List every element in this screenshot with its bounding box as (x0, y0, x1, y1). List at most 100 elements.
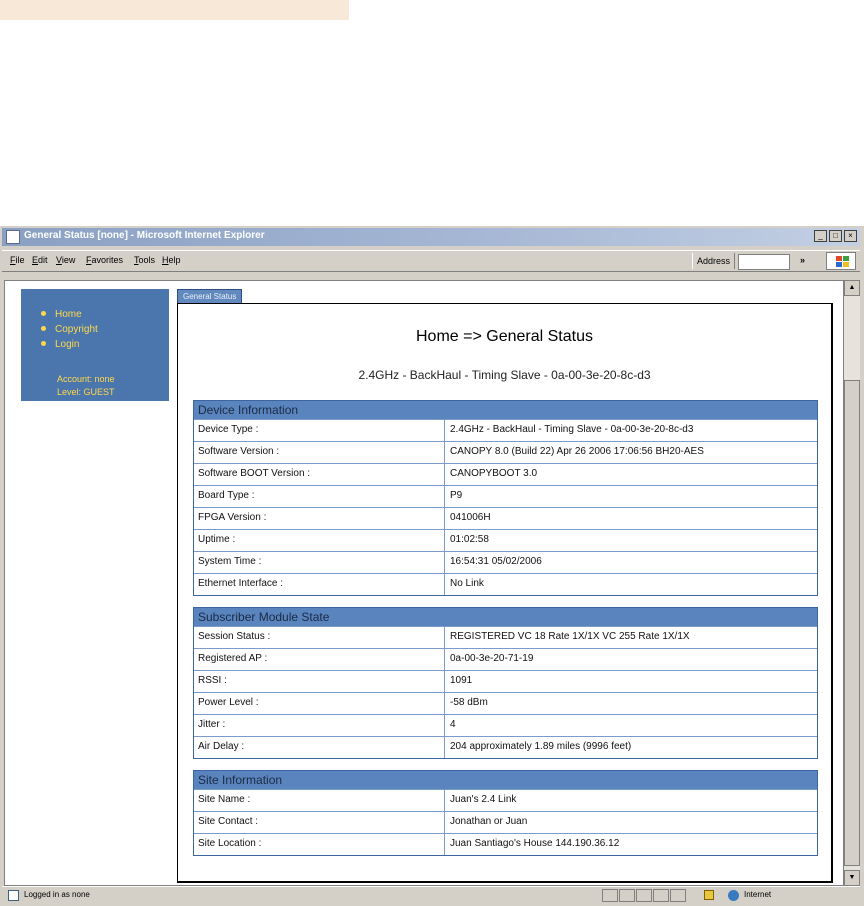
maximize-button[interactable]: □ (829, 230, 842, 242)
minimize-button[interactable]: _ (814, 230, 827, 242)
row-label: Power Level : (194, 693, 445, 714)
nav-item-copyright[interactable]: Copyright (41, 322, 98, 337)
row-value: Juan Santiago's House 144.190.36.12 (450, 838, 620, 849)
status-pane (636, 889, 652, 902)
chevron-more-icon[interactable]: » (800, 255, 805, 265)
row-label: Registered AP : (194, 649, 445, 670)
row-value: -58 dBm (450, 697, 488, 708)
table-row: Registered AP : 0a-00-3e-20-71-19 (194, 648, 817, 670)
row-label: Site Name : (194, 790, 445, 811)
row-label: Device Type : (194, 420, 445, 441)
menu-view[interactable]: View (56, 255, 75, 265)
nav-item-home[interactable]: Home (41, 307, 98, 322)
page-title: Home => General Status (416, 328, 593, 345)
table-row: Ethernet Interface : No Link (194, 573, 817, 595)
table-row: FPGA Version : 041006H (194, 507, 817, 529)
row-label: Software Version : (194, 442, 445, 463)
nav-panel: Home Copyright Login Account: none Level… (21, 289, 169, 401)
address-input[interactable] (738, 254, 790, 270)
status-pane (602, 889, 618, 902)
scroll-up-icon[interactable]: ▲ (844, 280, 860, 296)
row-label: Site Location : (194, 834, 445, 855)
bullet-icon (41, 326, 46, 331)
tab-general-status[interactable]: General Status (177, 289, 243, 303)
menu-help[interactable]: Help (162, 255, 181, 265)
row-label: Ethernet Interface : (194, 574, 445, 595)
row-label: Site Contact : (194, 812, 445, 833)
nav-list: Home Copyright Login (41, 307, 98, 352)
windows-logo-icon (826, 252, 856, 270)
row-value: 4 (450, 719, 456, 730)
page-done-icon (8, 890, 19, 901)
bullet-icon (41, 341, 46, 346)
row-value: 01:02:58 (450, 534, 489, 545)
nav-item-login[interactable]: Login (41, 337, 98, 352)
ie-page-icon (6, 230, 20, 244)
row-value: 0a-00-3e-20-71-19 (450, 653, 534, 664)
menu-file[interactable]: File (10, 255, 25, 265)
table-row: Site Location : Juan Santiago's House 144… (194, 833, 817, 855)
menu-edit[interactable]: Edit (32, 255, 48, 265)
account-info: Account: none Level: GUEST (57, 373, 115, 399)
row-value: 2.4GHz - BackHaul - Timing Slave - 0a-00… (450, 424, 694, 435)
row-label: Jitter : (194, 715, 445, 736)
row-label: Uptime : (194, 530, 445, 551)
row-value: No Link (450, 578, 484, 589)
table-row: Site Contact : Jonathan or Juan (194, 811, 817, 833)
table-row: Power Level : -58 dBm (194, 692, 817, 714)
row-value: Juan's 2.4 Link (450, 794, 517, 805)
table-row: Software Version : CANOPY 8.0 (Build 22) … (194, 441, 817, 463)
table-row: Site Name : Juan's 2.4 Link (194, 789, 817, 811)
window-controls: _ □ × (814, 230, 857, 242)
lock-icon (704, 890, 714, 900)
section-header: Subscriber Module State (194, 608, 817, 626)
row-value: CANOPY 8.0 (Build 22) Apr 26 2006 17:06:… (450, 446, 704, 457)
table-row: Software BOOT Version : CANOPYBOOT 3.0 (194, 463, 817, 485)
scroll-thumb[interactable] (844, 380, 860, 866)
status-panes (602, 889, 686, 902)
account-line: Account: none (57, 374, 115, 384)
table-row: Jitter : 4 (194, 714, 817, 736)
close-button[interactable]: × (844, 230, 857, 242)
row-label: Session Status : (194, 627, 445, 648)
section-site-information: Site Information Site Name : Juan's 2.4 L… (193, 770, 818, 856)
section-header: Device Information (194, 401, 817, 419)
status-bar: Logged in as none Internet (2, 886, 860, 904)
vertical-scrollbar[interactable]: ▲ ▼ (844, 280, 860, 886)
status-pane (619, 889, 635, 902)
row-value: Jonathan or Juan (450, 816, 528, 827)
zone-label: Internet (744, 890, 772, 899)
section-header: Site Information (194, 771, 817, 789)
status-pane (653, 889, 669, 902)
row-value: 041006H (450, 512, 491, 523)
row-value: 204 approximately 1.89 miles (9996 feet) (450, 741, 632, 752)
section-subscriber-module-state: Subscriber Module State Session Status :… (193, 607, 818, 759)
table-row: RSSI : 1091 (194, 670, 817, 692)
window-title: General Status [none] - Microsoft Intern… (24, 230, 265, 241)
status-text: Logged in as none (24, 890, 90, 899)
globe-icon (728, 890, 739, 901)
scroll-down-icon[interactable]: ▼ (844, 870, 860, 886)
address-label: Address (692, 253, 736, 269)
browser-window: General Status [none] - Microsoft Intern… (0, 226, 864, 906)
row-label: System Time : (194, 552, 445, 573)
row-label: Software BOOT Version : (194, 464, 445, 485)
level-line: Level: GUEST (57, 387, 115, 397)
content-frame: Home => General Status 2.4GHz - BackHaul… (177, 303, 833, 883)
title-bar[interactable]: General Status [none] - Microsoft Intern… (2, 228, 860, 246)
row-value: CANOPYBOOT 3.0 (450, 468, 538, 479)
status-pane (670, 889, 686, 902)
menu-favorites[interactable]: Favorites (86, 255, 123, 265)
page-subtitle: 2.4GHz - BackHaul - Timing Slave - 0a-00… (358, 368, 651, 382)
row-label: Board Type : (194, 486, 445, 507)
table-row: System Time : 16:54:31 05/02/2006 (194, 551, 817, 573)
menu-bar: File Edit View Favorites Tools Help Addr… (2, 250, 860, 272)
bullet-icon (41, 311, 46, 316)
table-row: Air Delay : 204 approximately 1.89 miles … (194, 736, 817, 758)
table-row: Uptime : 01:02:58 (194, 529, 817, 551)
row-value: 16:54:31 05/02/2006 (450, 556, 542, 567)
menu-tools[interactable]: Tools (134, 255, 155, 265)
table-row: Device Type : 2.4GHz - BackHaul - Timing … (194, 419, 817, 441)
row-value: 1091 (450, 675, 473, 686)
top-banner-strip (0, 0, 349, 20)
